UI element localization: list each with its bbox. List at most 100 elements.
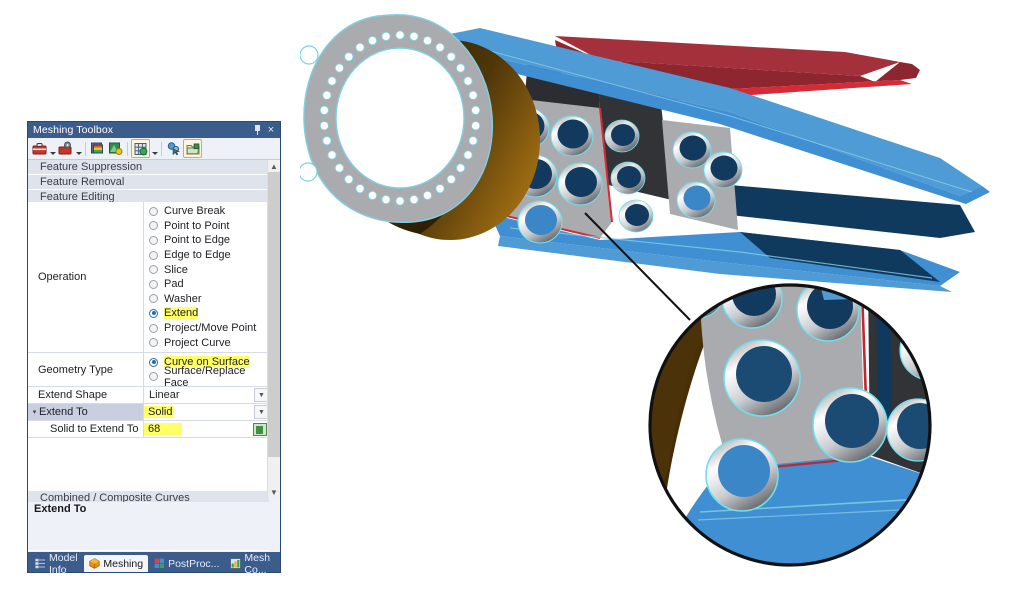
tab-label: PostProc...: [168, 557, 220, 570]
expander-collapse-icon[interactable]: ▾: [30, 408, 39, 416]
bolt-hole: [446, 174, 456, 184]
bolt-hole: [344, 52, 354, 62]
toolbox-list-area: Feature Suppression Feature Removal Feat…: [28, 160, 280, 551]
panel-title: Meshing Toolbox: [33, 124, 114, 136]
select-tool-icon[interactable]: [165, 140, 182, 157]
flange-notch: [299, 45, 319, 65]
hole-detail: [723, 339, 801, 417]
radio-icon: [149, 221, 158, 231]
tab-mesh-control[interactable]: Mesh Co...: [225, 552, 280, 576]
geometry-type-radio-group: Curve on Surface Surface/Replace Face: [144, 353, 269, 389]
property-row-extend-to: ▾ Extend To Solid ▼: [28, 404, 269, 422]
mesh-control-icon: [230, 558, 242, 569]
scroll-down-arrow-icon[interactable]: ▼: [268, 486, 280, 498]
bolt-hole: [395, 30, 405, 40]
scrollbar-thumb[interactable]: [268, 172, 280, 457]
radio-option-project-move-point[interactable]: Project/Move Point: [144, 321, 256, 336]
meshing-toolbox-panel: Meshing Toolbox × Feature Suppression Fe…: [27, 121, 281, 576]
hole: [610, 161, 646, 195]
radio-icon: [149, 372, 158, 382]
extend-to-value: Solid: [144, 406, 175, 419]
property-grid: Operation Curve Break Point to Point Poi…: [28, 202, 269, 439]
extend-to-label-text: Extend To: [39, 406, 88, 419]
radio-option-pad[interactable]: Pad: [144, 277, 256, 292]
radio-icon: [149, 265, 158, 275]
radio-option-extend[interactable]: Extend: [144, 306, 256, 321]
property-row-operation: Operation Curve Break Point to Point Poi…: [28, 202, 269, 353]
radio-option-edge-to-edge[interactable]: Edge to Edge: [144, 248, 256, 263]
radio-option-surface-replace-face[interactable]: Surface/Replace Face: [144, 365, 269, 389]
radio-icon: [149, 338, 158, 348]
mesh-display-caret-icon[interactable]: [151, 139, 158, 159]
bolt-hole: [319, 105, 329, 115]
cad-model-viewport[interactable]: [298, 0, 1024, 588]
tab-label: Model Info: [49, 551, 78, 576]
hole: [550, 115, 594, 157]
status-text: Extend To: [28, 502, 280, 516]
pick-solid-icon[interactable]: [253, 422, 267, 436]
bolt-hole: [344, 174, 354, 184]
scroll-up-arrow-icon[interactable]: ▲: [268, 160, 280, 172]
property-row-solid-to-extend-to: Solid to Extend To 68: [28, 421, 269, 439]
display-colors-icon[interactable]: [89, 140, 106, 157]
model-info-icon: [35, 558, 46, 569]
panel-tab-bar: Model Info Meshing PostProc... Mesh Co..…: [28, 552, 280, 576]
radio-option-curve-break[interactable]: Curve Break: [144, 204, 256, 219]
toolbox-scrollbar[interactable]: ▲ ▼: [267, 160, 280, 498]
hole-detail: [705, 438, 779, 512]
hole: [517, 200, 563, 244]
hole: [604, 119, 640, 153]
tab-meshing[interactable]: Meshing: [84, 555, 149, 572]
radio-option-slice[interactable]: Slice: [144, 262, 256, 277]
solid-to-extend-to-value[interactable]: 68: [144, 423, 182, 436]
extend-shape-value: Linear: [149, 389, 180, 402]
bolt-hole: [395, 196, 405, 206]
auto-hide-pin-icon[interactable]: [250, 123, 264, 137]
extend-to-combobox[interactable]: Solid ▼: [144, 405, 269, 420]
radio-option-point-to-edge[interactable]: Point to Edge: [144, 233, 256, 248]
panel-title-bar: Meshing Toolbox ×: [28, 122, 280, 138]
toolbox-options-caret-icon[interactable]: [75, 139, 82, 159]
bolt-hole: [471, 121, 481, 131]
hole-detail: [886, 398, 930, 462]
hole-detail: [812, 387, 888, 463]
toolbox-dropdown-caret-icon[interactable]: [49, 139, 56, 159]
property-label-extend-shape: Extend Shape: [28, 387, 144, 404]
category-feature-suppression[interactable]: Feature Suppression: [28, 160, 280, 175]
bolt-hole: [422, 190, 433, 201]
mesh-display-icon[interactable]: [131, 139, 150, 158]
toolbar-separator: [161, 141, 162, 156]
radio-icon: [149, 279, 158, 289]
toolbox-icon[interactable]: [31, 140, 48, 157]
property-label-solid-to-extend-to: Solid to Extend To: [28, 421, 144, 438]
tab-model-info[interactable]: Model Info: [30, 552, 83, 576]
close-icon[interactable]: ×: [264, 123, 278, 137]
radio-icon: [149, 308, 158, 318]
radio-option-washer[interactable]: Washer: [144, 292, 256, 307]
radio-option-project-curve[interactable]: Project Curve: [144, 335, 256, 350]
bolt-hole: [435, 183, 445, 194]
category-feature-removal[interactable]: Feature Removal: [28, 175, 280, 190]
bolt-hole: [355, 183, 365, 194]
radio-icon: [149, 357, 158, 367]
bolt-hole: [468, 136, 478, 146]
toolbox-options-icon[interactable]: [57, 140, 74, 157]
bolt-hole: [468, 90, 478, 100]
radio-option-point-to-point[interactable]: Point to Point: [144, 219, 256, 234]
tab-postprocessing[interactable]: PostProc...: [149, 555, 224, 572]
bolt-hole: [334, 163, 345, 173]
radio-icon: [149, 323, 158, 333]
extend-shape-combobox[interactable]: Linear ▼: [144, 388, 269, 403]
detail-magnifier-circle: [648, 283, 932, 567]
geometry-display-icon[interactable]: [107, 140, 124, 157]
bolt-hole: [334, 63, 345, 73]
folder-tool-icon[interactable]: [183, 139, 202, 158]
bolt-hole: [463, 76, 473, 86]
hole: [676, 181, 716, 219]
bolt-hole: [409, 31, 419, 42]
radio-icon: [149, 294, 158, 304]
hole: [618, 199, 654, 233]
bolt-hole: [422, 35, 433, 46]
bolt-hole: [455, 63, 466, 73]
property-label-operation: Operation: [28, 202, 144, 352]
